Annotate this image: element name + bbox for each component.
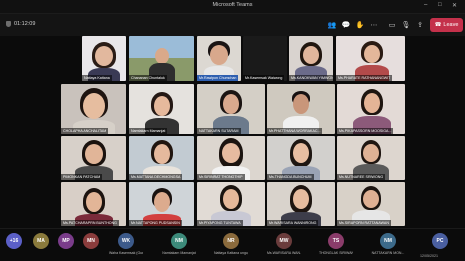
leave-label: Leave <box>443 22 459 28</box>
people-icon[interactable]: 👥 <box>327 20 337 29</box>
avatar[interactable]: WK <box>118 233 134 249</box>
video-tile[interactable]: Ms.MATTANA DECHMONGSA <box>129 136 194 180</box>
avatar[interactable]: NR <box>223 233 239 249</box>
participant-name: Ms.PATCHARAPRN BUNTHONG <box>61 220 119 226</box>
window-title: Microsoft Teams <box>212 2 253 8</box>
participant-name: Namtakarn Mamanjat <box>162 251 196 255</box>
mic-icon[interactable]: 🎙 <box>401 20 411 29</box>
participant-name: NATTAKARN MON... <box>371 251 405 255</box>
participant-name: Ms.MATTANA DECHMONGSA <box>129 174 183 180</box>
maximize-icon[interactable]: □ <box>438 2 442 8</box>
participant-name: Ms.THANGDA BUNCHUM <box>267 174 314 180</box>
participant-name: Mr.SIRINRAT THONGTHIP <box>197 174 245 180</box>
minimize-icon[interactable]: – <box>424 2 427 8</box>
phone-icon: ☎ <box>434 22 442 28</box>
date-text: 12/05/2021 <box>420 254 438 258</box>
participant-name: Mr.PHATTHANA WORRAKAC... <box>267 128 323 134</box>
video-tile[interactable]: Ms.PIKAPASSORN MOOSIGA... <box>337 84 405 134</box>
video-tile[interactable]: CHOLAPHA ANCHALITAM <box>61 84 126 134</box>
participant-strip: +16 MA MP MN WK Waha Kasemsak (Guest) NM… <box>0 228 465 261</box>
camera-icon[interactable]: ▭ <box>387 20 397 29</box>
participant-name: THONGLAK SIRIWANIT... <box>319 251 353 255</box>
video-tile[interactable]: Ms.KANOKWAN YIMWONG <box>289 36 333 81</box>
video-tile[interactable]: Chananan Chuntaluk <box>129 36 194 81</box>
participant-name: CHOLAPHA ANCHALITAM <box>61 128 109 134</box>
video-tile[interactable]: Mr.SIRINRAT THONGTHIP <box>197 136 265 180</box>
participant-name: PIMONKAN PATCHAM <box>61 174 103 180</box>
participant-name: Nattaya Kattana unguj <box>214 251 248 255</box>
raise-hand-icon[interactable]: ✋ <box>355 20 365 29</box>
participant-name: Ms.PIKAPASSORN MOOSIGA... <box>337 128 394 134</box>
video-tile[interactable]: Mr.Rawipon Chumchan <box>197 36 241 81</box>
participant-name: Ms.KANOKWAN YIMWONG <box>289 75 333 81</box>
participant-name: Waha Kasemsak (Guest) <box>109 251 143 255</box>
video-tile[interactable]: Mr.Kasemsak Waiwong <box>243 36 287 81</box>
video-tile[interactable]: Mr.PHATTHANA WORRAKAC... <box>267 84 335 134</box>
avatar[interactable]: MA <box>33 233 49 249</box>
participant-name: Mr.NATTAPONG PUDSANSIN <box>129 220 182 226</box>
participant-name: Mr.Kasemsak Waiwong <box>243 75 285 81</box>
participant-name: Mr.PIYAPONG TUNTAWA <box>197 220 243 226</box>
avatar[interactable]: TS <box>328 233 344 249</box>
video-tile[interactable]: Mr.PIYAPONG TUNTAWA <box>197 182 265 226</box>
video-tile[interactable]: Namtakarn Mamanjat <box>129 84 194 134</box>
avatar[interactable]: NM <box>171 233 187 249</box>
video-tile[interactable]: NATTAKARN SUTARAM <box>197 84 265 134</box>
participant-name: Chananan Chuntaluk <box>129 75 167 81</box>
chat-icon[interactable]: 💬 <box>341 20 351 29</box>
more-participants-chip[interactable]: +16 <box>6 233 22 249</box>
video-tile[interactable]: Ms.PHARATE RATHANANGWIT <box>336 36 405 81</box>
video-tile[interactable]: Ms.PATCHARAPRN BUNTHONG <box>61 182 126 226</box>
participant-name: Mr.Rawipon Chumchan <box>197 75 239 81</box>
close-icon[interactable]: ✕ <box>452 2 457 9</box>
leave-button[interactable]: ☎ Leave <box>430 18 463 32</box>
avatar[interactable]: MN <box>83 233 99 249</box>
participant-name: Ms.NUTNAREE SRIWONG <box>337 174 386 180</box>
video-tile[interactable]: Ms.THANGDA BUNCHUM <box>267 136 335 180</box>
avatar[interactable]: PC <box>432 233 448 249</box>
participant-name: Nattaya Kattana <box>82 75 112 81</box>
shield-icon <box>6 21 11 27</box>
avatar[interactable]: MP <box>58 233 74 249</box>
video-tile[interactable]: Mr.NATTAPONG PUDSANSIN <box>129 182 194 226</box>
avatar[interactable]: MW <box>276 233 292 249</box>
video-tile[interactable]: Ms.SIRAPORN RATTANAWAN <box>337 182 405 226</box>
meeting-toolbar: 01:12:09 👥 💬 ✋ ⋯ ▭ 🎙 ⇪ ☎ Leave <box>0 14 465 36</box>
video-tile[interactable]: Ms.NUTNAREE SRIWONG <box>337 136 405 180</box>
participant-name: Namtakarn Mamanjat <box>129 128 168 134</box>
meeting-timer: 01:12:09 <box>6 21 35 27</box>
avatar[interactable]: NM <box>380 233 396 249</box>
video-tile[interactable]: Nattaya Kattana <box>82 36 126 81</box>
title-bar: Microsoft Teams – □ ✕ <box>0 0 465 14</box>
share-icon[interactable]: ⇪ <box>415 20 425 29</box>
participant-name: NATTAKARN SUTARAM <box>197 128 241 134</box>
participant-name: Ms.PHARATE RATHANANGWIT <box>336 75 393 81</box>
more-icon[interactable]: ⋯ <box>369 20 379 29</box>
video-grid: Nattaya Kattana Chananan Chuntaluk Mr.Ra… <box>0 36 465 226</box>
video-tile[interactable]: Mr.WARISARA WANNIRONG <box>267 182 335 226</box>
timer-text: 01:12:09 <box>14 21 36 27</box>
video-tile[interactable]: PIMONKAN PATCHAM <box>61 136 126 180</box>
participant-name: Ms.WARISARA WAN... <box>267 251 301 255</box>
participant-name: Ms.SIRAPORN RATTANAWAN <box>337 220 391 226</box>
participant-name: Mr.WARISARA WANNIRONG <box>267 220 319 226</box>
